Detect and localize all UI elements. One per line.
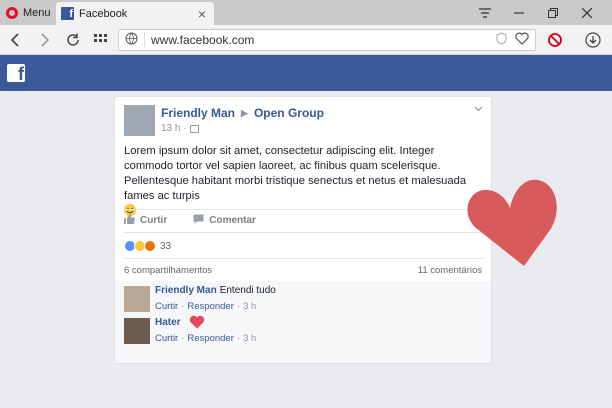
tab-title: Facebook: [79, 7, 128, 20]
comment-avatar[interactable]: [124, 286, 150, 312]
opera-logo-icon: [6, 6, 18, 19]
audience-icon: [189, 124, 199, 133]
reload-icon[interactable]: [62, 30, 84, 50]
comment-meta: Curtir · Responder · 3 h: [155, 333, 257, 344]
post-actions: Curtir Comentar: [124, 214, 282, 227]
comment-like-link[interactable]: Curtir: [155, 333, 178, 344]
floating-heart-icon: [467, 179, 557, 266]
globe-icon: [119, 32, 145, 48]
tab-close-icon[interactable]: ×: [198, 6, 206, 22]
back-icon[interactable]: [4, 30, 26, 50]
download-icon[interactable]: [582, 30, 604, 50]
comment-avatar[interactable]: [124, 318, 150, 344]
restore-icon[interactable]: [536, 0, 570, 25]
post-author-link[interactable]: Friendly Man: [161, 106, 235, 120]
comment: Friendly Man Entendi tudo: [155, 285, 276, 296]
speed-dial-grid-icon[interactable]: [90, 30, 112, 50]
browser-navbar: www.facebook.com: [0, 25, 612, 55]
comment-like-link[interactable]: Curtir: [155, 301, 178, 312]
thumbs-up-icon: [124, 214, 135, 227]
post-meta: 13 h ·: [161, 123, 199, 134]
arrow-right-icon: ▶: [241, 107, 248, 118]
minimize-icon[interactable]: [502, 0, 536, 25]
chevron-down-icon[interactable]: [474, 104, 483, 115]
reactions-summary[interactable]: 33: [124, 240, 171, 252]
tab-menu-icon[interactable]: [468, 0, 502, 25]
facebook-logo-icon[interactable]: f: [7, 64, 25, 82]
post-body: Lorem ipsum dolor sit amet, consectetur …: [124, 144, 486, 219]
address-bar[interactable]: www.facebook.com: [118, 29, 536, 51]
comment-author[interactable]: Hater: [155, 317, 181, 328]
browser-tabstrip: Menu f Facebook ×: [0, 0, 612, 25]
comment-button[interactable]: Comentar: [193, 214, 256, 227]
adblock-icon[interactable]: [544, 30, 566, 50]
browser-tab-facebook[interactable]: f Facebook ×: [56, 2, 214, 25]
post-time[interactable]: 13 h: [161, 123, 180, 134]
post-card: Friendly Man ▶ Open Group 13 h · Lorem i…: [114, 96, 492, 364]
bookmark-heart-icon[interactable]: [515, 32, 529, 48]
post-group-link[interactable]: Open Group: [254, 106, 324, 120]
angry-reaction-icon: [144, 240, 156, 252]
post-text: Lorem ipsum dolor sit amet, consectetur …: [124, 145, 467, 202]
like-button[interactable]: Curtir: [124, 214, 167, 227]
heart-emoji-icon: [189, 315, 204, 329]
comment-meta: Curtir · Responder · 3 h: [155, 301, 257, 312]
comment: Hater: [155, 315, 205, 329]
author-avatar[interactable]: [124, 105, 155, 136]
url-text: www.facebook.com: [151, 33, 255, 47]
comment-bubble-icon: [193, 214, 204, 227]
comments-area: Friendly Man Entendi tudo Curtir · Respond…: [115, 281, 491, 363]
comment-author[interactable]: Friendly Man: [155, 285, 217, 296]
menu-label: Menu: [23, 6, 51, 19]
reactions-count: 33: [160, 240, 172, 252]
shares-link[interactable]: 6 compartilhamentos: [124, 265, 212, 276]
facebook-favicon-icon: f: [61, 7, 74, 20]
comment-reply-link[interactable]: Responder: [187, 333, 233, 344]
opera-menu-button[interactable]: Menu: [0, 0, 52, 25]
facebook-header: f: [0, 55, 612, 91]
comment-time[interactable]: 3 h: [243, 301, 256, 312]
comment-time[interactable]: 3 h: [243, 333, 256, 344]
close-window-icon[interactable]: [570, 0, 604, 25]
comment-text: Entendi tudo: [219, 285, 276, 296]
shield-icon[interactable]: [496, 32, 507, 48]
post-header: Friendly Man ▶ Open Group: [161, 106, 324, 120]
comment-reply-link[interactable]: Responder: [187, 301, 233, 312]
forward-icon[interactable]: [34, 30, 56, 50]
